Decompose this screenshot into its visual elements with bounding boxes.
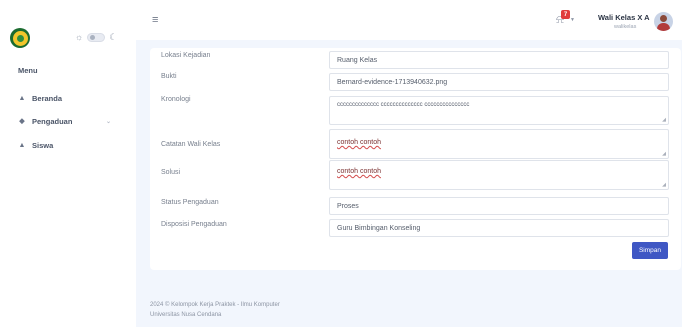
label-bukti: Bukti xyxy=(161,73,177,80)
solusi-text: contoh contoh xyxy=(337,168,381,175)
resize-handle-icon[interactable]: ◢ xyxy=(662,151,666,157)
label-solusi: Solusi xyxy=(161,169,181,176)
solusi-textarea[interactable]: contoh contoh ◢ xyxy=(329,160,669,190)
sidebar: ☼ ☾ Menu ▲ Beranda ◆ Pengaduan ⌄ ▲ Siswa xyxy=(0,0,136,327)
complaint-detail-card: Lokasi Kejadian Ruang Kelas Bukti Bernar… xyxy=(150,48,681,270)
sidebar-item-pengaduan[interactable]: ◆ Pengaduan ⌄ xyxy=(18,115,111,127)
menu-title: Menu xyxy=(18,66,38,75)
disposisi-pengaduan-field[interactable]: Guru Bimbingan Konseling xyxy=(329,219,669,237)
label-status-pengaduan: Status Pengaduan xyxy=(161,199,219,206)
home-icon: ▲ xyxy=(18,141,26,149)
label-disposisi-pengaduan: Disposisi Pengaduan xyxy=(161,221,227,228)
layers-icon: ◆ xyxy=(19,118,25,125)
avatar-body xyxy=(657,23,670,31)
resize-handle-icon[interactable]: ◢ xyxy=(662,182,666,188)
hamburger-icon[interactable]: ≡ xyxy=(152,14,158,26)
notification-bell[interactable]: ⍾ 7 ▼ xyxy=(556,10,575,28)
lokasi-kejadian-field[interactable]: Ruang Kelas xyxy=(329,51,669,69)
sidebar-item-beranda[interactable]: ▲ Beranda xyxy=(18,92,62,104)
footer: 2024 © Kelompok Kerja Praktek - Ilmu Kom… xyxy=(150,300,280,320)
bukti-field[interactable]: Bernard-evidence-1713940632.png xyxy=(329,73,669,91)
switch-knob xyxy=(90,34,96,40)
sidebar-item-label: Beranda xyxy=(32,93,63,103)
catatan-text: contoh contoh xyxy=(337,139,381,146)
top-header: ≡ ⍾ 7 ▼ Wali Kelas X A walikelas xyxy=(136,0,682,40)
footer-copyright: 2024 © Kelompok Kerja Praktek - Ilmu Kom… xyxy=(150,302,280,308)
user-name[interactable]: Wali Kelas X A xyxy=(598,13,650,22)
university-logo[interactable] xyxy=(10,28,30,48)
logo-core xyxy=(16,34,24,42)
notification-badge: 7 xyxy=(561,10,570,19)
label-kronologi: Kronologi xyxy=(161,96,191,103)
avatar-head xyxy=(660,15,667,22)
avatar[interactable] xyxy=(654,12,673,31)
kronologi-text: cccccccccccccc cccccccccccccc cccccccccc… xyxy=(337,102,470,108)
sidebar-item-label: Pengaduan xyxy=(32,116,73,126)
status-pengaduan-field[interactable]: Proses xyxy=(329,197,669,215)
chevron-down-icon: ▼ xyxy=(570,17,575,23)
user-role: walikelas xyxy=(614,24,637,30)
sidebar-item-label: Siswa xyxy=(32,140,54,150)
label-lokasi-kejadian: Lokasi Kejadian xyxy=(161,52,211,59)
resize-handle-icon[interactable]: ◢ xyxy=(662,117,666,123)
catatan-wali-kelas-textarea[interactable]: contoh contoh ◢ xyxy=(329,129,669,159)
theme-toggle[interactable]: ☼ ☾ xyxy=(75,30,117,44)
sun-icon: ☼ xyxy=(75,32,84,42)
save-button[interactable]: Simpan xyxy=(632,242,668,259)
footer-university: Universitas Nusa Cendana xyxy=(150,312,222,318)
kronologi-textarea[interactable]: cccccccccccccc cccccccccccccc cccccccccc… xyxy=(329,96,669,125)
theme-switch[interactable] xyxy=(87,32,106,42)
home-icon: ▲ xyxy=(18,94,26,102)
chevron-down-icon[interactable]: ⌄ xyxy=(106,118,111,125)
logo-ring xyxy=(12,30,28,46)
label-catatan-wali-kelas: Catatan Wali Kelas xyxy=(161,141,221,148)
sidebar-item-siswa[interactable]: ▲ Siswa xyxy=(18,139,54,151)
moon-icon: ☾ xyxy=(109,31,118,42)
